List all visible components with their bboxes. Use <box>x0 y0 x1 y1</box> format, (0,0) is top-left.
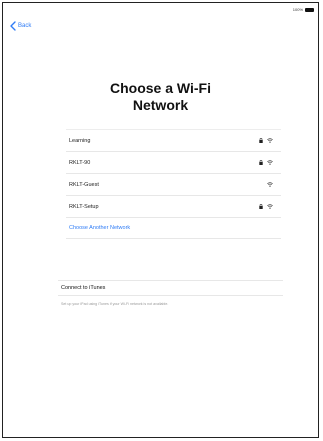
setup-screen: 100% Back Choose a Wi-Fi Network Learnin… <box>2 2 319 438</box>
network-name: RKLT-Setup <box>69 203 99 210</box>
back-button[interactable]: Back <box>9 21 31 31</box>
network-row-rklt-guest[interactable]: RKLT-Guest <box>66 173 281 195</box>
battery-percent: 100% <box>292 7 303 12</box>
page-title: Choose a Wi-Fi Network <box>3 80 318 114</box>
network-icons <box>259 138 273 143</box>
chevron-left-icon <box>10 21 16 31</box>
network-icons <box>259 204 273 209</box>
network-icons <box>267 182 273 187</box>
lock-icon <box>259 138 263 143</box>
network-name: RKLT-90 <box>69 159 91 166</box>
wifi-icon <box>267 160 273 165</box>
connect-to-itunes-label: Connect to iTunes <box>61 285 106 291</box>
network-row-learning[interactable]: Learning <box>66 129 281 151</box>
network-name: RKLT-Guest <box>69 181 99 188</box>
network-icons <box>259 160 273 165</box>
network-row-rklt-90[interactable]: RKLT-90 <box>66 151 281 173</box>
itunes-footnote: Set up your iPad using iTunes if your Wi… <box>61 302 169 306</box>
choose-another-network-label: Choose Another Network <box>69 225 131 231</box>
lock-icon <box>259 204 263 209</box>
page-title-line-2: Network <box>132 97 189 113</box>
choose-another-network-button[interactable]: Choose Another Network <box>66 217 281 239</box>
status-bar: 100% <box>293 7 314 13</box>
lock-icon <box>259 160 263 165</box>
page-title-line-1: Choose a Wi-Fi <box>110 80 211 96</box>
battery-icon <box>305 8 314 12</box>
network-name: Learning <box>69 137 91 144</box>
network-list: Learning RKLT-90 RKLT-Guest RKLT-Setup C… <box>66 129 281 239</box>
network-row-rklt-setup[interactable]: RKLT-Setup <box>66 195 281 217</box>
wifi-icon <box>267 182 273 187</box>
wifi-icon <box>267 204 273 209</box>
wifi-icon <box>267 138 273 143</box>
connect-to-itunes-button[interactable]: Connect to iTunes <box>58 280 283 296</box>
itunes-section: Connect to iTunes Set up your iPad using… <box>58 280 283 307</box>
back-label: Back <box>18 23 32 29</box>
